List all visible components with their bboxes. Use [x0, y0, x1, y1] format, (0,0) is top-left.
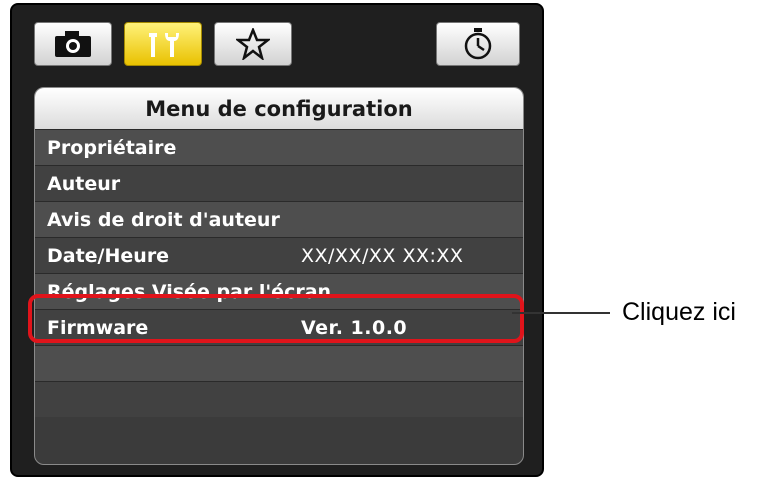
tab-mymenu[interactable]	[214, 22, 292, 66]
menu-item-empty	[35, 345, 523, 381]
menu-title: Menu de configuration	[35, 88, 523, 129]
callout-label: Cliquez ici	[622, 298, 736, 326]
menu-item-empty	[35, 381, 523, 417]
date-time-value: XX/XX/XX XX:XX	[301, 244, 464, 267]
timer-icon	[464, 28, 492, 60]
highlight-frame	[28, 294, 524, 343]
menu-item-label: Auteur	[47, 172, 121, 195]
menu-item-copyright[interactable]: Avis de droit d'auteur	[35, 201, 523, 237]
callout-line	[512, 312, 610, 314]
tab-timer[interactable]	[436, 22, 520, 66]
menu-item-label: Avis de droit d'auteur	[47, 208, 280, 231]
setup-menu: Menu de configuration Propriétaire Auteu…	[34, 87, 524, 465]
camera-settings-panel: Menu de configuration Propriétaire Auteu…	[10, 3, 544, 477]
menu-item-date-time[interactable]: Date/Heure XX/XX/XX XX:XX	[35, 237, 523, 273]
tab-bar	[12, 5, 542, 75]
star-icon	[236, 28, 270, 60]
menu-item-label: Propriétaire	[47, 136, 177, 159]
menu-item-author[interactable]: Auteur	[35, 165, 523, 201]
tab-camera[interactable]	[34, 22, 112, 66]
camera-icon	[55, 31, 91, 57]
menu-item-owner[interactable]: Propriétaire	[35, 129, 523, 165]
menu-item-label: Date/Heure	[47, 244, 170, 267]
tab-setup[interactable]	[124, 22, 202, 66]
wrench-icon	[149, 33, 179, 57]
